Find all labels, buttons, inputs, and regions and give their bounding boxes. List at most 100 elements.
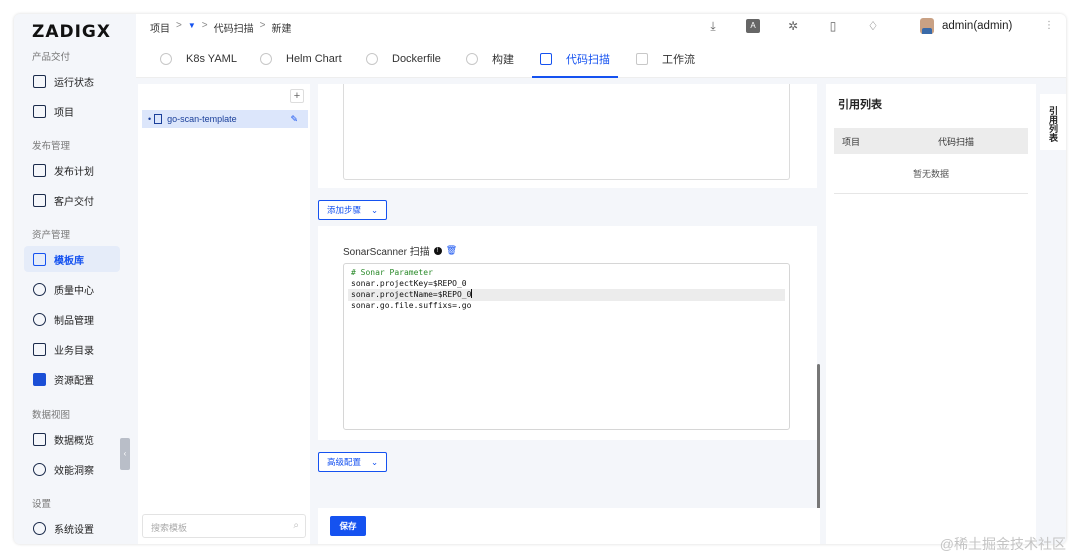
breadcrumb-separator: >: [176, 20, 182, 31]
sidebar-item-label: 客户交付: [54, 196, 94, 208]
artifact-icon: [33, 312, 46, 326]
translate-icon[interactable]: A: [746, 19, 760, 33]
edit-icon[interactable]: ✎: [290, 114, 298, 125]
app-window: ZADIGX 产品交付 运行状态 项目 发布管理 发布计划 客户交付 资产管理 …: [14, 14, 1066, 544]
sidebar-collapse-handle[interactable]: ‹: [120, 438, 130, 470]
sidebar-item-running-status[interactable]: 运行状态: [24, 68, 120, 94]
tab-workflow[interactable]: 工作流: [636, 40, 695, 78]
sidebar-group-label: 设置: [32, 499, 52, 510]
sidebar-item-label: 项目: [54, 107, 74, 119]
template-list-panel: + • go-scan-template ✎ 搜索模板 ⌕: [138, 84, 310, 544]
pie-icon: [33, 462, 46, 476]
docker-icon: [366, 53, 378, 65]
sidebar-item-label: 系统设置: [54, 524, 94, 536]
k8s-icon: [160, 53, 172, 65]
sidebar-item-data-overview[interactable]: 数据概览: [24, 426, 120, 452]
sidebar-item-label: 效能洞察: [54, 465, 94, 477]
plugin-icon[interactable]: ✲: [786, 19, 800, 33]
sidebar-item-template-library[interactable]: 模板库: [24, 246, 120, 272]
user-menu[interactable]: admin(admin): [920, 18, 1012, 34]
tab-build[interactable]: 构建: [466, 40, 514, 78]
flask-icon: [33, 282, 46, 296]
tab-dockerfile[interactable]: Dockerfile: [366, 40, 441, 78]
settings-icon: [33, 521, 46, 535]
script-textarea[interactable]: [343, 84, 790, 180]
sidebar-item-release-plan[interactable]: 发布计划: [24, 157, 120, 183]
avatar: [920, 18, 934, 34]
advanced-config-button[interactable]: 高级配置 ⌄: [318, 452, 388, 472]
button-label: 添加步骤: [327, 205, 362, 215]
chart-icon: [33, 432, 46, 446]
sidebar-item-quality-center[interactable]: 质量中心: [24, 276, 120, 302]
breadcrumb-separator: >: [259, 20, 266, 31]
tab-label: K8s YAML: [186, 53, 237, 65]
tab-helm-chart[interactable]: Helm Chart: [260, 40, 342, 78]
catalog-icon: [33, 342, 46, 356]
template-list-item[interactable]: • go-scan-template ✎: [142, 110, 308, 128]
sidebar-item-label: 资源配置: [54, 375, 94, 387]
chevron-down-icon: ⌄: [371, 204, 379, 215]
user-name: admin(admin): [942, 20, 1013, 32]
tab-code-scan[interactable]: 代码扫描: [532, 40, 618, 78]
column-header: 代码扫描: [938, 136, 975, 147]
add-step-button[interactable]: 添加步骤 ⌄: [318, 200, 388, 220]
breadcrumb-separator: >: [201, 20, 208, 31]
reference-title: 引用列表: [838, 99, 882, 111]
document-icon: [154, 114, 163, 124]
sonar-step-card: SonarScanner 扫描 ! 🗑 # Sonar Parameter so…: [318, 226, 817, 440]
docs-icon[interactable]: ▯: [826, 19, 840, 33]
tab-label: 工作流: [662, 54, 695, 66]
more-icon[interactable]: ⋮: [1044, 20, 1054, 31]
add-template-button[interactable]: +: [290, 89, 304, 103]
sidebar-item-project[interactable]: 项目: [24, 98, 120, 124]
template-name: go-scan-template: [167, 114, 237, 124]
breadcrumb-projects[interactable]: 项目: [150, 20, 170, 35]
sidebar-item-system-settings[interactable]: 系统设置: [24, 515, 120, 541]
tab-label: Dockerfile: [392, 53, 441, 65]
sidebar-group-label: 发布管理: [32, 141, 71, 152]
script-card: [318, 84, 817, 188]
code-line: sonar.projectKey=$REPO_0: [351, 278, 467, 288]
search-placeholder: 搜索模板: [151, 523, 188, 533]
sidebar-item-label: 运行状态: [54, 77, 94, 89]
pulse-icon: [33, 74, 46, 88]
sidebar-item-label: 数据概览: [54, 435, 94, 447]
sidebar-item-customer-delivery[interactable]: 客户交付: [24, 187, 120, 213]
sidebar-item-efficiency-insight[interactable]: 效能洞察: [24, 456, 120, 482]
tab-k8s-yaml[interactable]: K8s YAML: [160, 40, 237, 78]
sidebar-item-label: 制品管理: [54, 315, 94, 327]
save-bar: 保存: [318, 508, 820, 544]
code-line-current: sonar.projectName=$REPO_0: [348, 289, 785, 301]
editor-scrollbar[interactable]: [817, 364, 820, 510]
sidebar-item-artifacts[interactable]: 制品管理: [24, 306, 120, 332]
sidebar-item-business-catalog[interactable]: 业务目录: [24, 336, 120, 362]
tab-label: Helm Chart: [286, 53, 342, 65]
save-button[interactable]: 保存: [330, 516, 366, 536]
template-type-tabs: K8s YAML Helm Chart Dockerfile 构建 代码扫描 工…: [136, 40, 1066, 78]
sidebar-group-label: 产品交付: [32, 52, 71, 63]
delivery-icon: [33, 193, 46, 207]
bell-icon[interactable]: ♢: [866, 19, 880, 33]
helm-icon: [260, 53, 272, 65]
download-icon[interactable]: ⤓: [706, 19, 720, 33]
tab-label: 构建: [492, 54, 514, 66]
chevron-down-icon: ⌄: [371, 456, 379, 467]
delete-icon[interactable]: 🗑: [446, 245, 457, 256]
sidebar-item-label: 业务目录: [54, 345, 94, 357]
step-title: SonarScanner 扫描: [343, 247, 430, 258]
project-dropdown-icon[interactable]: ▼: [188, 21, 196, 35]
plan-icon: [33, 163, 46, 177]
reference-panel: 引用列表 项目 代码扫描 暂无数据: [826, 84, 1036, 544]
template-search-input[interactable]: 搜索模板 ⌕: [142, 514, 306, 538]
sidebar: ZADIGX 产品交付 运行状态 项目 发布管理 发布计划 客户交付 资产管理 …: [14, 14, 136, 544]
breadcrumb-section[interactable]: 代码扫描: [214, 20, 254, 35]
sidebar-item-label: 质量中心: [54, 285, 94, 297]
breadcrumb-page: 新建: [271, 24, 292, 35]
code-line: # Sonar Parameter: [351, 268, 433, 277]
bullet-icon: •: [148, 114, 152, 124]
sonar-parameter-editor[interactable]: # Sonar Parameter sonar.projectKey=$REPO…: [343, 263, 790, 430]
reference-side-tab[interactable]: 引用列表: [1040, 94, 1066, 150]
sidebar-item-resource-config[interactable]: 资源配置: [24, 366, 120, 392]
search-icon: ⌕: [293, 520, 299, 531]
info-icon[interactable]: !: [433, 246, 442, 255]
